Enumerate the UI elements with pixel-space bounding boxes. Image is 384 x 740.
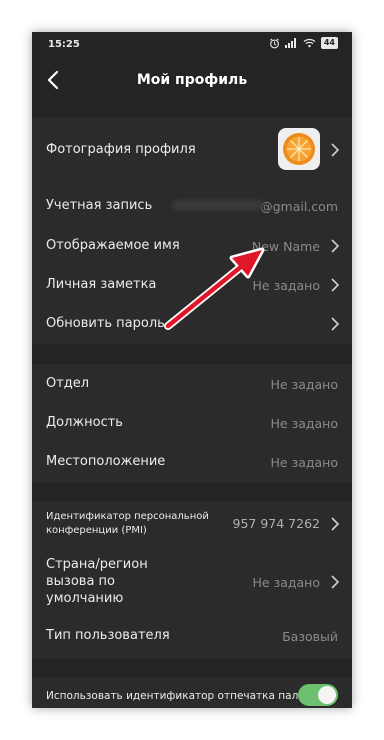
page-title: Мой профиль	[136, 72, 248, 88]
account-label: Учетная запись	[46, 198, 153, 213]
region-value: Не задано	[252, 575, 321, 590]
location-value: Не задано	[270, 455, 339, 470]
personal-note-value: Не задано	[252, 278, 321, 293]
default-region-row[interactable]: Страна/регион вызова по умолчанию Не зад…	[32, 554, 352, 610]
chevron-right-icon	[331, 143, 340, 157]
toggle-knob	[318, 686, 336, 704]
position-value: Не задано	[270, 416, 339, 431]
location-label: Местоположение	[46, 454, 166, 469]
update-password-label: Обновить пароль	[46, 316, 165, 331]
pmi-value: 957 974 7262	[232, 516, 320, 531]
pmi-row[interactable]: Идентификатор персональной конференции (…	[32, 506, 352, 546]
status-bar: 15:25 44	[32, 32, 352, 58]
redacted-email	[172, 200, 264, 210]
user-type-value: Базовый	[282, 629, 338, 644]
department-value: Не задано	[270, 377, 339, 392]
phone-screen: 15:25 44 Мой профиль Фотография профиля …	[32, 32, 352, 708]
display-name-value: New Name	[251, 239, 320, 254]
chevron-right-icon	[331, 278, 340, 292]
pmi-label-line1: Идентификатор персональной	[46, 511, 209, 522]
position-label: Должность	[46, 415, 123, 430]
user-type-label: Тип пользователя	[46, 628, 170, 643]
header: Мой профиль	[32, 58, 352, 102]
avatar[interactable]	[278, 128, 320, 170]
position-row[interactable]: Должность Не задано	[32, 407, 352, 439]
department-label: Отдел	[46, 376, 90, 391]
display-name-label: Отображаемое имя	[46, 238, 180, 253]
region-label-line3: умолчанию	[46, 591, 124, 606]
account-value: @gmail.com	[260, 199, 338, 214]
chevron-right-icon	[331, 239, 340, 253]
user-type-row: Тип пользователя Базовый	[32, 622, 352, 654]
personal-note-label: Личная заметка	[46, 277, 157, 292]
department-row[interactable]: Отдел Не задано	[32, 368, 352, 400]
chevron-right-icon	[331, 317, 340, 331]
location-row[interactable]: Местоположение Не задано	[32, 446, 352, 478]
chevron-right-icon	[331, 575, 340, 589]
fingerprint-label: Использовать идентификатор отпечатка пал…	[46, 690, 319, 702]
status-icons: 44	[269, 37, 338, 49]
display-name-row[interactable]: Отображаемое имя New Name	[32, 230, 352, 262]
orange-slice-image	[283, 133, 315, 165]
region-label-line2: вызова по	[46, 574, 116, 589]
update-password-row[interactable]: Обновить пароль	[32, 308, 352, 340]
status-time: 15:25	[48, 39, 80, 50]
alarm-icon	[269, 38, 279, 48]
pmi-label-line2: конференции (PMI)	[46, 525, 147, 536]
signal-icon	[284, 38, 296, 48]
wifi-icon	[303, 38, 316, 48]
region-label-line1: Страна/регион	[46, 557, 148, 572]
chevron-right-icon	[331, 517, 340, 531]
personal-note-row[interactable]: Личная заметка Не задано	[32, 269, 352, 301]
battery-indicator: 44	[320, 37, 338, 49]
profile-photo-label: Фотография профиля	[46, 142, 196, 157]
fingerprint-toggle[interactable]	[298, 684, 338, 706]
